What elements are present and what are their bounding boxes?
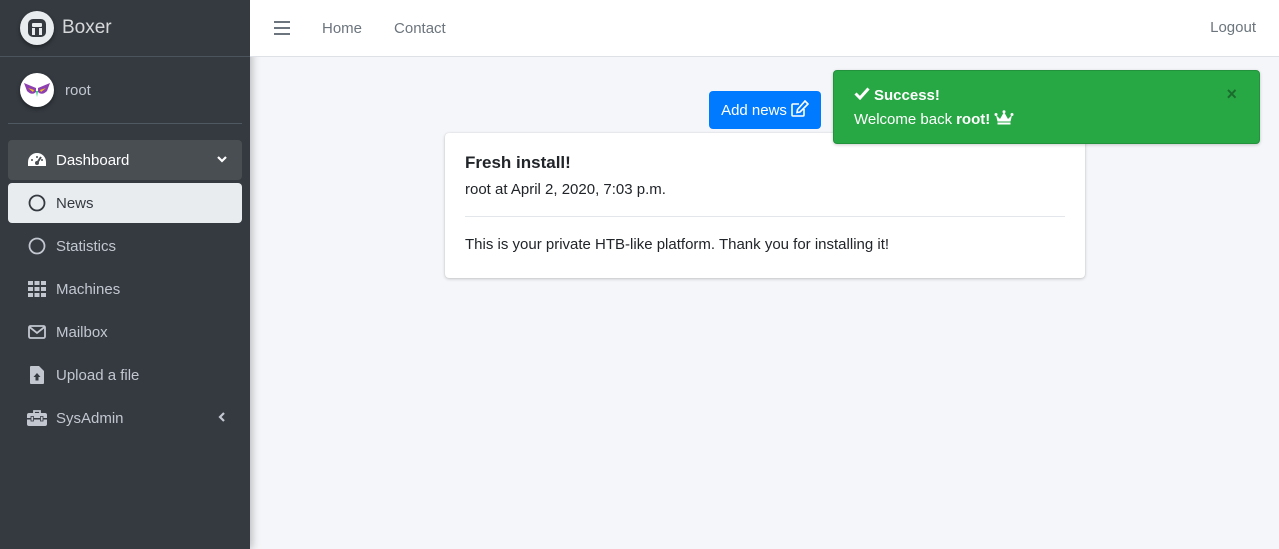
envelope-icon (26, 322, 48, 342)
success-toast: Success! Welcome back root! × (833, 70, 1260, 144)
news-title: Fresh install! (465, 153, 571, 172)
sidebar-item-label: Mailbox (56, 323, 108, 341)
file-upload-icon (26, 365, 48, 385)
sidebar-item-dashboard[interactable]: Dashboard (8, 140, 242, 180)
chevron-left-icon (216, 410, 228, 427)
add-news-button[interactable]: Add news (709, 91, 821, 129)
add-news-label: Add news (721, 101, 787, 119)
sidebar-item-label: Upload a file (56, 366, 140, 384)
brand-link[interactable]: Boxer (0, 0, 250, 57)
news-card: Fresh install! root at April 2, 2020, 7:… (445, 133, 1085, 278)
sidebar-nav: Dashboard News Statistics Machines Mailb… (0, 124, 250, 438)
grid-icon (26, 279, 48, 299)
edit-icon (787, 99, 810, 121)
menu-toggle-icon[interactable] (274, 21, 290, 35)
crown-icon (994, 110, 1014, 129)
toast-title-text: Success! (874, 86, 940, 104)
user-name: root (65, 81, 91, 99)
nav-contact-link[interactable]: Contact (394, 20, 446, 37)
sidebar-item-label: News (56, 194, 94, 212)
sidebar-item-label: Dashboard (56, 151, 130, 169)
topbar: Home Contact Logout (250, 0, 1279, 57)
check-icon (854, 86, 874, 104)
divider (465, 216, 1065, 217)
toast-message: Welcome back root! (854, 110, 1239, 129)
news-meta: root at April 2, 2020, 7:03 p.m. (465, 181, 666, 198)
sidebar-item-news[interactable]: News (8, 183, 242, 223)
news-body: This is your private HTB-like platform. … (465, 236, 890, 253)
toolbox-icon (26, 408, 48, 428)
avatar (20, 73, 54, 107)
nav-home-link[interactable]: Home (322, 20, 362, 37)
sidebar-item-machines[interactable]: Machines (8, 269, 242, 309)
toast-message-prefix: Welcome back (854, 111, 953, 128)
sidebar-item-label: Statistics (56, 237, 117, 255)
logout-link[interactable]: Logout (1210, 19, 1256, 36)
sidebar-item-label: Machines (56, 280, 121, 298)
sidebar-item-upload-a-file[interactable]: Upload a file (8, 355, 242, 395)
user-panel[interactable]: root (8, 57, 242, 124)
sidebar-item-label: SysAdmin (56, 409, 124, 427)
tachometer-icon (26, 150, 48, 170)
circle-icon (26, 193, 48, 213)
sidebar-item-statistics[interactable]: Statistics (8, 226, 242, 266)
chevron-down-icon (216, 152, 228, 169)
brand-logo-icon (20, 11, 54, 45)
close-icon[interactable]: × (1226, 85, 1237, 103)
sidebar: Boxer root Dashboard News Statistics Mac… (0, 0, 250, 549)
sidebar-item-sysadmin[interactable]: SysAdmin (8, 398, 242, 438)
toast-title: Success! (854, 86, 1239, 104)
circle-icon (26, 236, 48, 256)
brand-name: Boxer (62, 17, 112, 38)
toast-message-user: root! (956, 111, 991, 128)
sidebar-item-mailbox[interactable]: Mailbox (8, 312, 242, 352)
